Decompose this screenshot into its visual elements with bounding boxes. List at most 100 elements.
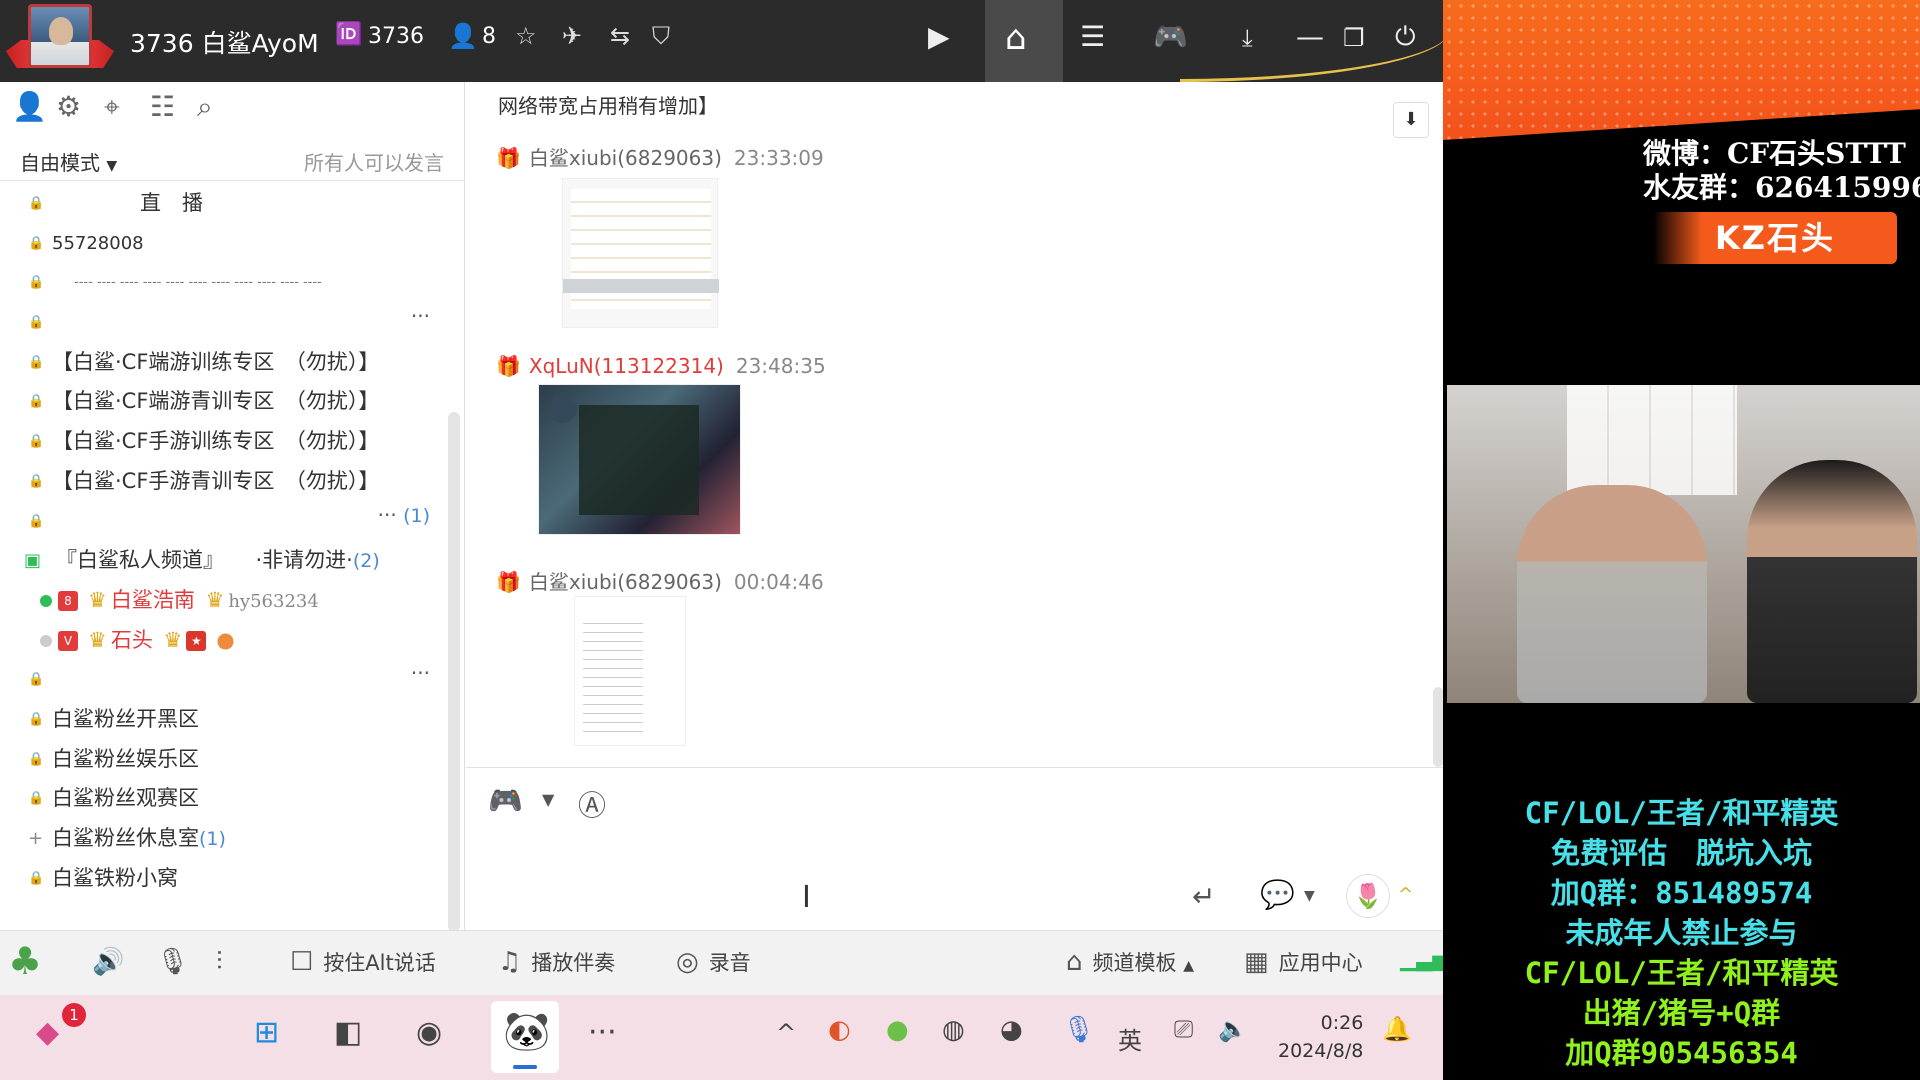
lock-icon: 🔒	[28, 672, 45, 688]
network-icon[interactable]: ⎚	[1174, 1015, 1193, 1043]
channel-item[interactable]: 🔒 白鲨粉丝娱乐区	[0, 740, 450, 780]
home-icon: ⌂	[1005, 18, 1027, 58]
channel-item[interactable]: 🔒 【白鲨·CF端游训练专区 （勿扰）】	[0, 343, 450, 383]
channel-item[interactable]: 🔒 白鲨粉丝开黑区	[0, 700, 450, 740]
app-icon[interactable]: ◉	[416, 1015, 442, 1050]
lock-icon: 🔒	[28, 473, 45, 489]
checkbox-icon: ☐	[290, 947, 314, 977]
chevron-up-icon[interactable]: ^	[776, 1019, 796, 1047]
message-time: 23:33:09	[733, 146, 824, 170]
alt-talk-toggle[interactable]: ☐ 按住Alt说话	[290, 947, 436, 977]
channel-item[interactable]: 🔒 【白鲨·CF手游训练专区 （勿扰）】	[0, 422, 450, 462]
channel-item[interactable]: 🔒 ··· (1)	[0, 502, 450, 542]
promo-line: CF/LOL/王者/和平精英	[1524, 796, 1839, 830]
mixer-icon[interactable]: ⫶	[216, 947, 233, 978]
members-icon[interactable]: 👤	[448, 22, 478, 50]
clock[interactable]: 0:26 2024/8/8	[1278, 1009, 1363, 1065]
notes-icon[interactable]: ☷	[150, 90, 175, 123]
flower-icon[interactable]: 🌷	[1346, 874, 1390, 918]
chevron-down-icon[interactable]: ▼	[542, 790, 554, 809]
user-item[interactable]: 8 ♛ 白鲨浩南 ♛ hy563234	[0, 581, 450, 621]
channel-item[interactable]: 🔒 白鲨铁粉小窝	[0, 859, 450, 899]
channel-item[interactable]: + 白鲨粉丝休息室(1)	[0, 819, 450, 859]
volume-icon[interactable]: 🔈	[1218, 1015, 1248, 1043]
star-icon[interactable]: ☆	[515, 22, 537, 50]
windows-start-icon[interactable]: ⊞	[254, 1015, 279, 1050]
mic-icon[interactable]: 🎙	[1062, 1015, 1095, 1045]
bell-icon[interactable]: 🔔	[1382, 1015, 1412, 1043]
message-sender: 🎁 白鲨xiubi(6829063) 00:04:46	[496, 566, 824, 595]
channel-template-button[interactable]: ⌂ 频道模板 ▲	[1066, 947, 1194, 977]
location-icon[interactable]: ⌖	[104, 90, 120, 124]
channel-item[interactable]: 🔒 直 播	[0, 184, 450, 224]
more-icon[interactable]: ···	[588, 1015, 617, 1050]
user-item[interactable]: V ♛ 石头 ♛ ★ ●	[0, 621, 450, 661]
record-button[interactable]: ◎ 录音	[676, 947, 751, 977]
user-name: 石头	[110, 627, 153, 652]
channel-title: 3736 白鲨AyoM	[130, 29, 319, 58]
chat-settings-icon[interactable]: ⚙	[56, 90, 81, 123]
shield-icon[interactable]: ⛉	[652, 22, 670, 50]
play-music-label: 播放伴奏	[531, 951, 616, 975]
notify-app-icon[interactable]: ◆	[36, 1015, 59, 1050]
message-input-area[interactable]: 🎮 ▼ Ⓐ I ↵ 💬 ▼ 🌷 ^	[466, 767, 1443, 930]
promo-line: 免费评估 脱坑入坑	[1550, 836, 1812, 870]
channel-avatar[interactable]	[28, 4, 92, 68]
channel-item[interactable]: 🔒 ···	[0, 660, 450, 700]
channel-list: 🔒 直 播 🔒 55728008 🔒 ---- ---- ---- ---- ----…	[0, 184, 450, 898]
template-label: 频道模板	[1092, 951, 1177, 975]
mic-icon[interactable]: 🎙	[156, 947, 199, 977]
chevron-up-icon[interactable]: ^	[1398, 884, 1413, 905]
share-icon[interactable]: ⇆	[610, 22, 630, 50]
search-icon[interactable]: ⌕	[197, 90, 213, 124]
active-app[interactable]: 🐼	[491, 1001, 559, 1073]
person-right	[1747, 460, 1917, 703]
plane-icon[interactable]: ✈	[562, 22, 582, 50]
ime-indicator[interactable]: 英	[1118, 1021, 1142, 1056]
app-center-button[interactable]: ▦ 应用中心	[1244, 947, 1363, 977]
qq-icon[interactable]: ◕	[1000, 1015, 1023, 1045]
channel-item[interactable]: 🔒 白鲨粉丝观赛区	[0, 779, 450, 819]
channel-item-active[interactable]: ▣ 『白鲨私人频道』 ·非请勿进·(2)	[0, 541, 450, 581]
sender-name: 白鲨xiubi(6829063)	[528, 570, 722, 594]
font-style-icon[interactable]: Ⓐ	[578, 784, 606, 824]
gamepad-icon[interactable]: 🎮	[488, 784, 523, 817]
message-image[interactable]	[538, 384, 741, 535]
record-icon: ◎	[676, 947, 699, 977]
tray-app-icon[interactable]: ◍	[942, 1015, 965, 1045]
message-text: 网络带宽占用稍有增加】	[498, 94, 718, 118]
sidebar-toolbar: 👤 ⚙ ⌖ ☷ ⌕	[0, 82, 465, 138]
alt-talk-label: 按住Alt说话	[323, 951, 436, 975]
channel-item[interactable]: 🔒 55728008	[0, 224, 450, 264]
message-image[interactable]	[562, 178, 719, 328]
tray-app-icon[interactable]: ◐	[828, 1015, 851, 1045]
grid-icon: ▦	[1244, 947, 1269, 977]
play-music-button[interactable]: ♫ 播放伴奏	[498, 947, 615, 977]
mode-select[interactable]: 自由模式 ▼	[20, 147, 117, 176]
scroll-bottom-button[interactable]: ⬇	[1393, 102, 1429, 138]
home-tab[interactable]: ⌂	[985, 0, 1063, 82]
clock-date: 2024/8/8	[1278, 1040, 1364, 1062]
file-icon[interactable]: ◧	[334, 1015, 362, 1050]
signal-icon: ▁▃▅	[1400, 947, 1449, 971]
medal-icon: ★	[186, 630, 207, 651]
channel-item[interactable]: 🔒 【白鲨·CF端游青训专区 （勿扰）】	[0, 382, 450, 422]
voice-app-window: 3736 白鲨AyoM 🆔 3736 👤 8 ☆ ✈ ⇆ ⛉ ▶ ⌂ ☰ 🎮 ⤓…	[0, 0, 1450, 1080]
chat-scrollbar[interactable]	[1433, 687, 1443, 767]
member-count: 8	[482, 24, 496, 49]
user-icon[interactable]: 👤	[12, 90, 47, 123]
gift-icon: 🎁	[496, 570, 521, 594]
channel-item[interactable]: 🔒 ···	[0, 303, 450, 343]
channel-item[interactable]: 🔒 ---- ---- ---- ---- ---- ---- ---- ----…	[0, 263, 450, 303]
tray-app-icon[interactable]: ●	[886, 1015, 909, 1045]
enter-icon[interactable]: ↵	[1192, 880, 1215, 913]
gift-icon: 🎁	[496, 354, 521, 378]
user-tag: hy563234	[228, 590, 319, 612]
message-image[interactable]	[574, 596, 686, 746]
speech-bubble-icon[interactable]: 💬	[1260, 878, 1295, 911]
video-icon[interactable]: ▶	[928, 20, 950, 53]
sidebar-scrollbar[interactable]	[448, 412, 460, 932]
speaker-icon[interactable]: 🔊	[92, 947, 134, 977]
list-icon[interactable]: ☰	[1080, 20, 1105, 53]
chevron-down-icon[interactable]: ▼	[1304, 888, 1315, 904]
